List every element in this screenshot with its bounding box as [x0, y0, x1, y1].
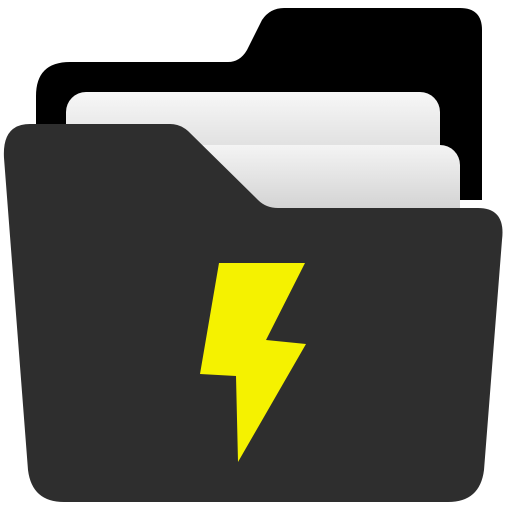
folder-lightning-icon [3, 8, 503, 502]
app-icon [0, 0, 512, 512]
